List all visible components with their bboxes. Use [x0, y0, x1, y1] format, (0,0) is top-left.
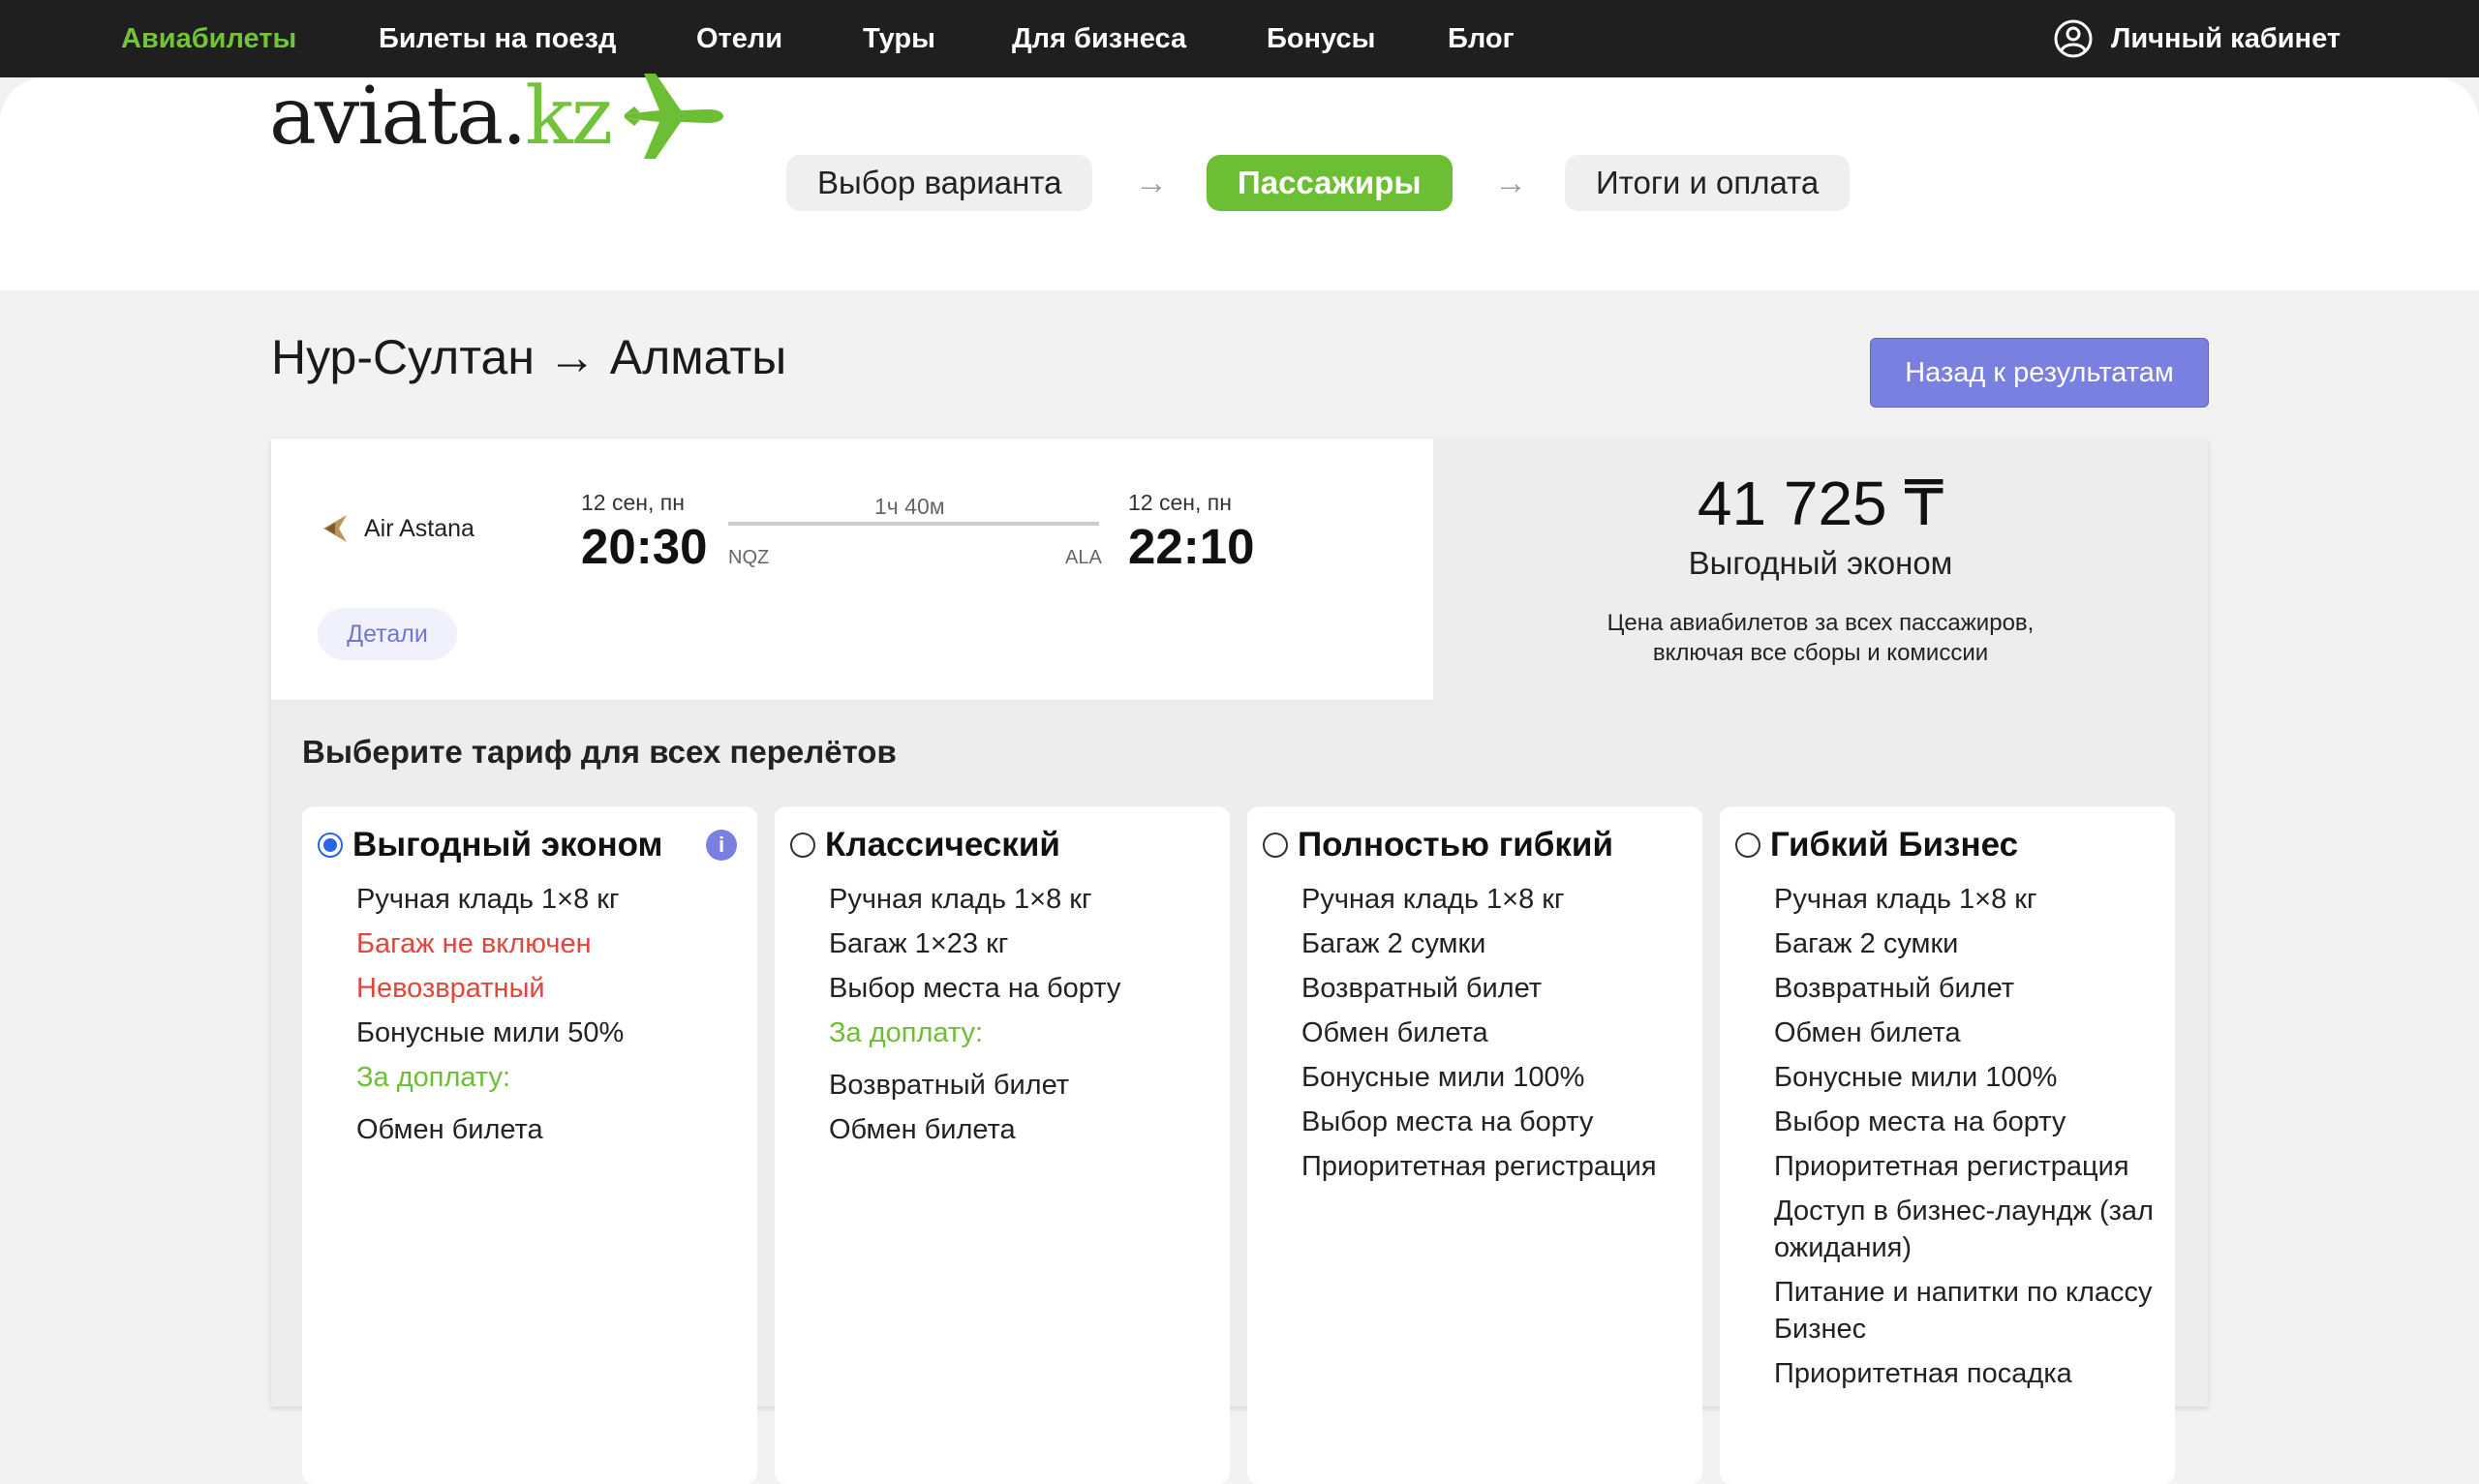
feature-item: Ручная кладь 1×8 кг	[356, 884, 620, 915]
total-price: 41 725 ₸	[1697, 469, 1944, 538]
feature-item: Возвратный билет	[829, 1070, 1070, 1101]
tariff-name: Классический	[825, 826, 1060, 863]
tariff-features: Ручная кладь 1×8 кг Багаж 2 сумки Возвра…	[1301, 881, 1694, 1193]
feature-item: Багаж не включен	[356, 928, 592, 959]
feature-item: Приоритетная посадка	[1774, 1358, 2072, 1389]
tariff-option[interactable]: Гибкий Бизнес	[1735, 826, 2018, 864]
tariff-card-fully-flexible[interactable]: Полностью гибкий Ручная кладь 1×8 кг Баг…	[1247, 806, 1702, 1484]
flight-summary: Air Astana 12 сен, пн 20:30 1ч 40м NQZ A…	[271, 439, 1433, 700]
arrow-right-icon: →	[1494, 165, 1527, 201]
feature-item: Выбор места на борту	[1301, 1106, 1594, 1137]
arrival-airport-code: ALA	[1065, 547, 1102, 568]
feature-item: Ручная кладь 1×8 кг	[829, 884, 1092, 915]
tariff-name: Выгодный эконом	[352, 826, 663, 863]
departure-time: 20:30	[581, 519, 708, 574]
tariff-features: Ручная кладь 1×8 кг Багаж не включен Нев…	[356, 881, 749, 1156]
radio-unselected[interactable]	[1735, 833, 1760, 858]
tariff-name: Гибкий Бизнес	[1770, 826, 2019, 863]
nav-item-blog[interactable]: Блог	[1448, 0, 1515, 77]
step-passengers[interactable]: Пассажиры	[1207, 155, 1453, 211]
flight-duration: 1ч 40м	[874, 494, 945, 519]
feature-item: Возвратный билет	[1301, 973, 1543, 1004]
feature-item: Обмен билета	[356, 1114, 543, 1145]
feature-item: Бонусные мили 50%	[356, 1017, 625, 1048]
tariff-option[interactable]: Классический	[790, 826, 1060, 864]
nav-item-tours[interactable]: Туры	[863, 0, 935, 77]
radio-unselected[interactable]	[1263, 833, 1288, 858]
arrow-right-icon: →	[1135, 165, 1168, 201]
airplane-icon	[625, 74, 724, 159]
airline-name: Air Astana	[364, 514, 474, 542]
feature-item: Приоритетная регистрация	[1774, 1151, 2129, 1182]
personal-account-label: Личный кабинет	[2111, 22, 2341, 54]
feature-item: Выбор места на борту	[1774, 1106, 2066, 1137]
route-line	[728, 522, 1099, 526]
back-to-results-button[interactable]: Назад к результатам	[1870, 338, 2209, 408]
booking-card: Air Astana 12 сен, пн 20:30 1ч 40м NQZ A…	[271, 439, 2208, 1484]
feature-item: Обмен билета	[1774, 1017, 1961, 1048]
airline: Air Astana	[318, 511, 474, 546]
extra-charge-label: За доплату:	[356, 1062, 511, 1093]
feature-item: Доступ в бизнес-лаундж (зал ожидания)	[1774, 1196, 2154, 1263]
tariff-name: Полностью гибкий	[1298, 826, 1613, 863]
page-title: Нур-Султан → Алматы	[271, 330, 787, 384]
tariff-features: Ручная кладь 1×8 кг Багаж 1×23 кг Выбор …	[829, 881, 1221, 1156]
price-summary: 41 725 ₸ Выгодный эконом Цена авиабилето…	[1433, 439, 2208, 700]
radio-unselected[interactable]	[790, 833, 815, 858]
feature-item: Питание и напитки по классу Бизнес	[1774, 1277, 2153, 1345]
feature-item: Приоритетная регистрация	[1301, 1151, 1657, 1182]
feature-item: Ручная кладь 1×8 кг	[1301, 884, 1565, 915]
extra-charge-label: За доплату:	[829, 1017, 984, 1048]
tariff-card-classic[interactable]: Классический Ручная кладь 1×8 кг Багаж 1…	[775, 806, 1230, 1484]
tariff-option[interactable]: Полностью гибкий	[1263, 826, 1613, 864]
radio-selected[interactable]	[318, 833, 343, 858]
feature-item: Ручная кладь 1×8 кг	[1774, 884, 2037, 915]
step-choose-variant[interactable]: Выбор варианта	[786, 155, 1093, 211]
aviata-logo[interactable]: aviata.kz	[269, 58, 727, 174]
feature-item: Невозвратный	[356, 973, 545, 1004]
feature-item: Багаж 1×23 кг	[829, 928, 1009, 959]
departure-airport-code: NQZ	[728, 547, 770, 568]
feature-item: Багаж 2 сумки	[1301, 928, 1486, 959]
arrival-date: 12 сен, пн	[1128, 490, 1232, 515]
air-astana-logo-icon	[323, 515, 347, 542]
departure-date: 12 сен, пн	[581, 490, 685, 515]
logo-text: aviata.kz	[269, 70, 613, 163]
feature-item: Выбор места на борту	[829, 973, 1121, 1004]
personal-account-link[interactable]: Личный кабинет	[2053, 0, 2341, 77]
step-summary-payment[interactable]: Итоги и оплата	[1565, 155, 1851, 211]
feature-item: Обмен билета	[829, 1114, 1016, 1145]
nav-item-bonuses[interactable]: Бонусы	[1267, 0, 1375, 77]
user-icon	[2054, 19, 2093, 58]
info-icon[interactable]: i	[706, 830, 737, 861]
selected-fare-name: Выгодный эконом	[1688, 545, 1953, 581]
feature-item: Бонусные мили 100%	[1301, 1062, 1585, 1093]
tariff-features: Ручная кладь 1×8 кг Багаж 2 сумки Возвра…	[1774, 881, 2166, 1400]
tariff-card-flexible-business[interactable]: Гибкий Бизнес Ручная кладь 1×8 кг Багаж …	[1720, 806, 2175, 1484]
nav-item-business[interactable]: Для бизнеса	[1012, 0, 1186, 77]
feature-item: Багаж 2 сумки	[1774, 928, 1959, 959]
tariff-card-economy-saver[interactable]: Выгодный эконом i Ручная кладь 1×8 кг Ба…	[302, 806, 757, 1484]
feature-item: Бонусные мили 100%	[1774, 1062, 2058, 1093]
feature-item: Возвратный билет	[1774, 973, 2015, 1004]
details-button[interactable]: Детали	[318, 608, 457, 660]
price-note: Цена авиабилетов за всех пассажиров, вкл…	[1607, 610, 2035, 666]
tariff-option[interactable]: Выгодный эконом	[318, 826, 662, 864]
choose-tariff-heading: Выберите тариф для всех перелётов	[302, 734, 897, 770]
arrival-time: 22:10	[1128, 519, 1255, 574]
feature-item: Обмен билета	[1301, 1017, 1488, 1048]
